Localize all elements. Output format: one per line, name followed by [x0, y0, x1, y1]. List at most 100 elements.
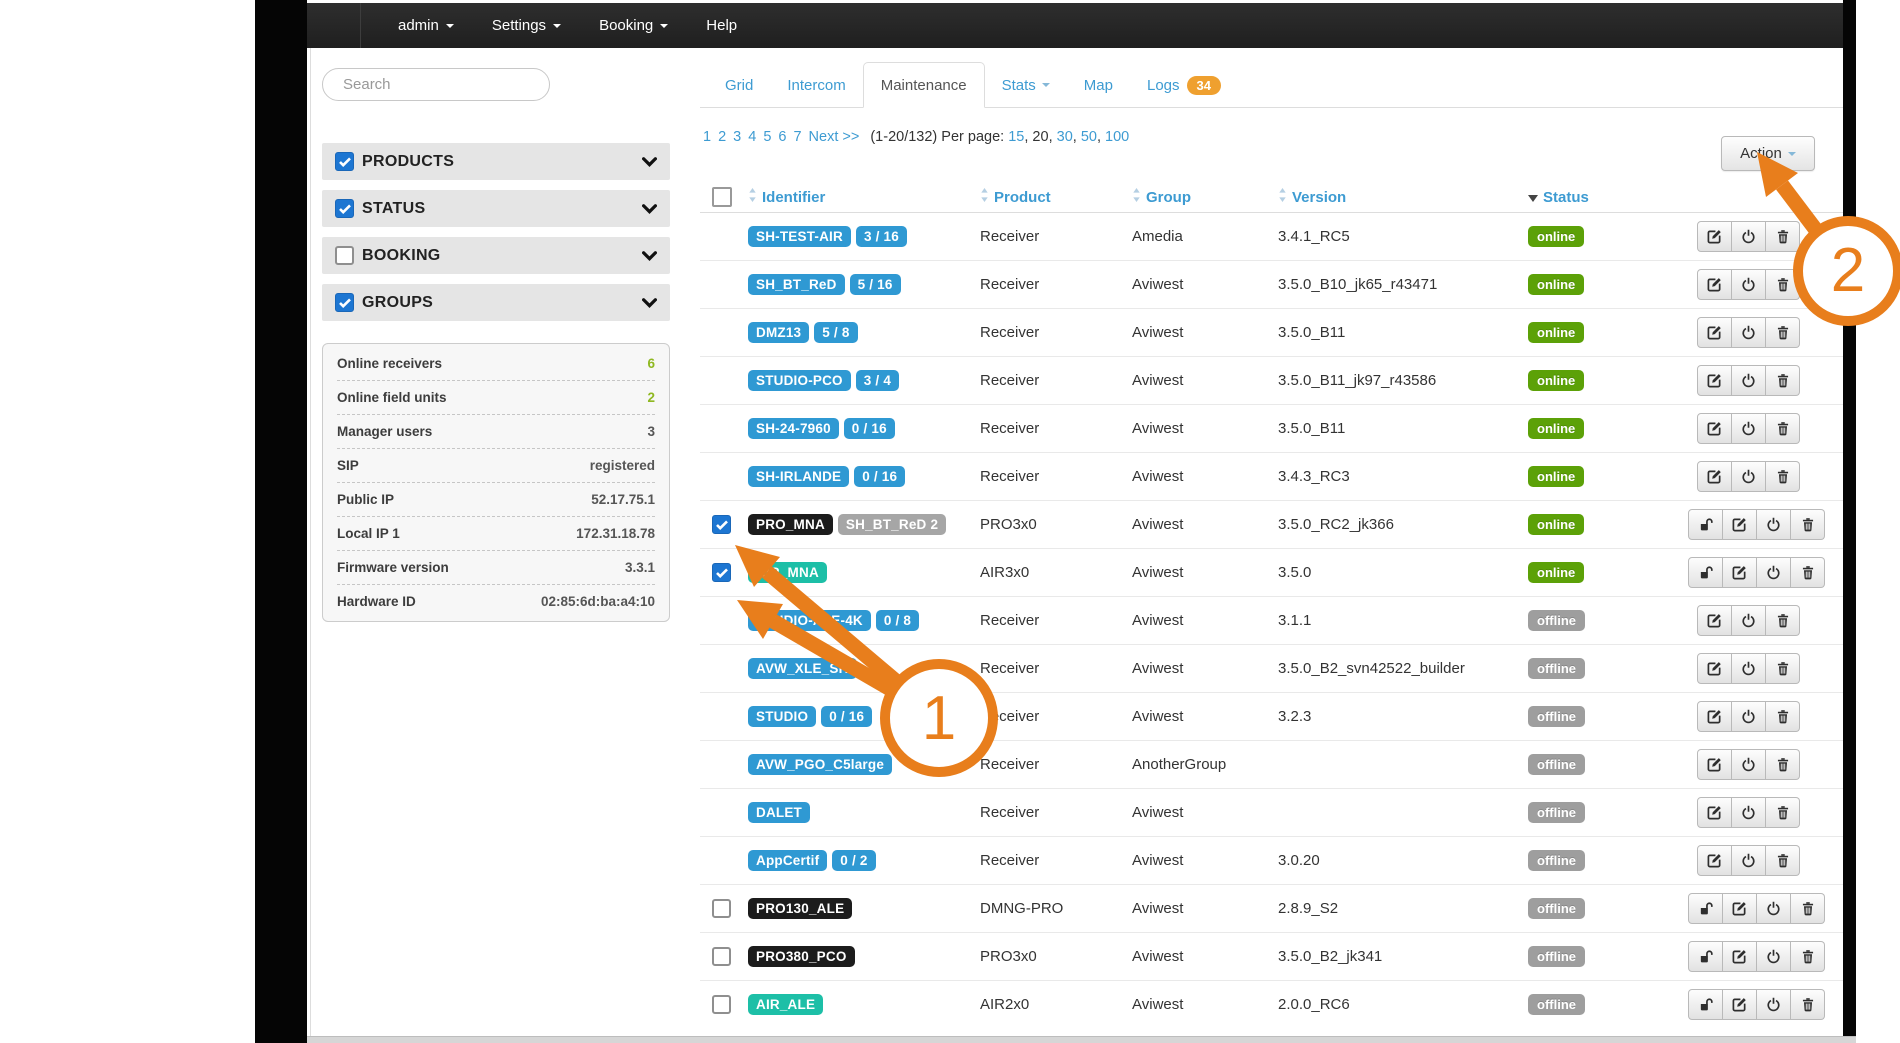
- edit-button[interactable]: [1723, 557, 1757, 588]
- edit-button[interactable]: [1697, 365, 1732, 396]
- edit-button[interactable]: [1697, 653, 1732, 684]
- identifier-badge[interactable]: AVW_XLE_SH: [748, 658, 857, 679]
- nav-item-admin[interactable]: admin: [379, 3, 473, 48]
- header-group-sort[interactable]: Group: [1132, 188, 1278, 206]
- power-button[interactable]: [1757, 893, 1791, 924]
- power-button[interactable]: [1732, 221, 1766, 252]
- page-link-4[interactable]: 4: [748, 129, 756, 145]
- nav-item-help[interactable]: Help: [687, 3, 756, 48]
- row-checkbox[interactable]: [712, 515, 731, 534]
- chevron-down-icon[interactable]: [642, 251, 657, 261]
- per-page-option-15[interactable]: 15: [1008, 129, 1024, 145]
- filter-checkbox-groups[interactable]: [335, 293, 354, 312]
- identifier-badge[interactable]: DALET: [748, 802, 810, 823]
- identifier-badge[interactable]: SH-24-7960: [748, 418, 839, 439]
- filter-section-status[interactable]: STATUS: [322, 190, 670, 227]
- power-button[interactable]: [1732, 749, 1766, 780]
- identifier-badge[interactable]: PRO130_ALE: [748, 898, 852, 919]
- power-button[interactable]: [1732, 701, 1766, 732]
- unlock-button[interactable]: [1688, 893, 1723, 924]
- next-page-link[interactable]: Next >>: [809, 129, 860, 145]
- identifier-badge[interactable]: AIR_ALE: [748, 994, 823, 1015]
- identifier-badge[interactable]: PRO380_PCO: [748, 946, 855, 967]
- header-identifier-sort[interactable]: Identifier: [748, 188, 980, 206]
- page-link-6[interactable]: 6: [778, 129, 786, 145]
- edit-button[interactable]: [1697, 797, 1732, 828]
- edit-button[interactable]: [1723, 941, 1757, 972]
- identifier-badge[interactable]: SH_BT_ReD: [748, 274, 845, 295]
- edit-button[interactable]: [1723, 893, 1757, 924]
- chevron-down-icon[interactable]: [642, 204, 657, 214]
- power-button[interactable]: [1732, 413, 1766, 444]
- edit-button[interactable]: [1697, 701, 1732, 732]
- unlock-button[interactable]: [1688, 989, 1723, 1020]
- edit-button[interactable]: [1697, 413, 1732, 444]
- tab-stats[interactable]: Stats: [985, 62, 1067, 108]
- delete-button[interactable]: [1766, 413, 1800, 444]
- tab-map[interactable]: Map: [1067, 62, 1130, 108]
- nav-item-settings[interactable]: Settings: [473, 3, 580, 48]
- edit-button[interactable]: [1697, 461, 1732, 492]
- delete-button[interactable]: [1766, 221, 1800, 252]
- horizontal-scrollbar[interactable]: [307, 1036, 1856, 1043]
- header-status-sort[interactable]: Status: [1528, 189, 1688, 206]
- row-checkbox[interactable]: [712, 947, 731, 966]
- power-button[interactable]: [1732, 461, 1766, 492]
- identifier-badge[interactable]: AIR_MNA: [748, 562, 827, 583]
- power-button[interactable]: [1732, 653, 1766, 684]
- delete-button[interactable]: [1791, 509, 1825, 540]
- tab-intercom[interactable]: Intercom: [770, 62, 862, 108]
- power-button[interactable]: [1757, 989, 1791, 1020]
- tab-grid[interactable]: Grid: [708, 62, 770, 108]
- edit-button[interactable]: [1697, 845, 1732, 876]
- page-link-1[interactable]: 1: [703, 129, 711, 145]
- identifier-badge[interactable]: AppCertif: [748, 850, 827, 871]
- row-checkbox[interactable]: [712, 899, 731, 918]
- page-link-3[interactable]: 3: [733, 129, 741, 145]
- filter-section-groups[interactable]: GROUPS: [322, 284, 670, 321]
- delete-button[interactable]: [1766, 461, 1800, 492]
- power-button[interactable]: [1757, 557, 1791, 588]
- delete-button[interactable]: [1766, 797, 1800, 828]
- delete-button[interactable]: [1766, 701, 1800, 732]
- per-page-option-50[interactable]: 50: [1081, 129, 1097, 145]
- tab-maintenance[interactable]: Maintenance: [863, 62, 985, 108]
- edit-button[interactable]: [1697, 269, 1732, 300]
- filter-checkbox-booking[interactable]: [335, 246, 354, 265]
- per-page-option-30[interactable]: 30: [1057, 129, 1073, 145]
- edit-button[interactable]: [1723, 989, 1757, 1020]
- identifier-badge[interactable]: SH-IRLANDE: [748, 466, 849, 487]
- power-button[interactable]: [1732, 317, 1766, 348]
- unlock-button[interactable]: [1688, 941, 1723, 972]
- delete-button[interactable]: [1791, 893, 1825, 924]
- edit-button[interactable]: [1723, 509, 1757, 540]
- power-button[interactable]: [1732, 365, 1766, 396]
- chevron-down-icon[interactable]: [642, 298, 657, 308]
- power-button[interactable]: [1732, 797, 1766, 828]
- page-link-7[interactable]: 7: [793, 129, 801, 145]
- delete-button[interactable]: [1766, 605, 1800, 636]
- filter-section-booking[interactable]: BOOKING: [322, 237, 670, 274]
- identifier-badge[interactable]: DMZ13: [748, 322, 809, 343]
- delete-button[interactable]: [1766, 749, 1800, 780]
- page-link-5[interactable]: 5: [763, 129, 771, 145]
- edit-button[interactable]: [1697, 317, 1732, 348]
- filter-section-products[interactable]: PRODUCTS: [322, 143, 670, 180]
- per-page-option-100[interactable]: 100: [1105, 129, 1129, 145]
- unlock-button[interactable]: [1688, 557, 1723, 588]
- select-all-checkbox[interactable]: [712, 187, 732, 207]
- delete-button[interactable]: [1766, 269, 1800, 300]
- power-button[interactable]: [1757, 509, 1791, 540]
- nav-item-booking[interactable]: Booking: [580, 3, 687, 48]
- identifier-badge[interactable]: SH-TEST-AIR: [748, 226, 851, 247]
- power-button[interactable]: [1732, 269, 1766, 300]
- unlock-button[interactable]: [1688, 509, 1723, 540]
- delete-button[interactable]: [1791, 989, 1825, 1020]
- identifier-badge[interactable]: STUDIO: [748, 706, 816, 727]
- delete-button[interactable]: [1766, 653, 1800, 684]
- header-version-sort[interactable]: Version: [1278, 188, 1528, 206]
- power-button[interactable]: [1757, 941, 1791, 972]
- identifier-badge[interactable]: STUDIO-ALE-4K: [748, 610, 871, 631]
- power-button[interactable]: [1732, 605, 1766, 636]
- identifier-badge[interactable]: STUDIO-PCO: [748, 370, 851, 391]
